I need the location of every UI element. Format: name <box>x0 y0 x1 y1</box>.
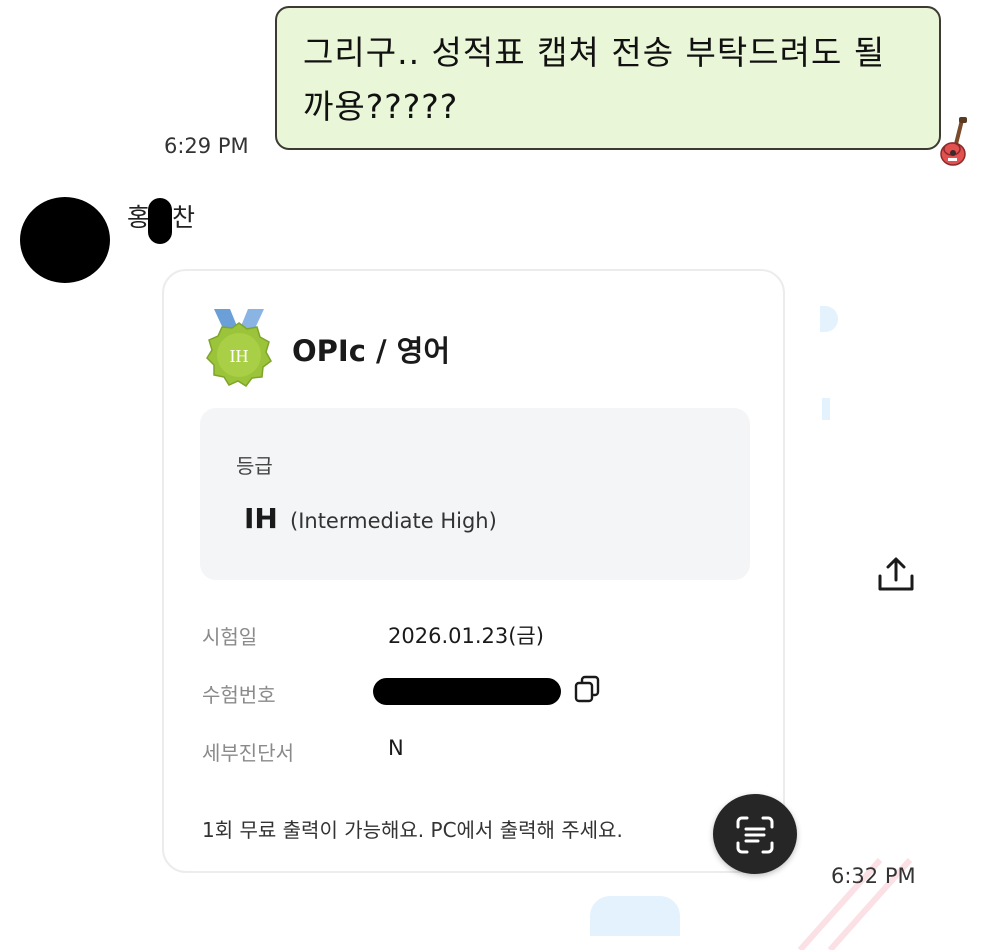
diagnosis-report-label: 세부진단서 <box>202 741 294 765</box>
certificate-card[interactable]: IH OPIc / 영어 등급 IH (Intermediate High) 시… <box>162 269 785 873</box>
diagnosis-report-value: N <box>388 736 404 760</box>
sender-name-last: 찬 <box>172 203 196 232</box>
background-decoration <box>822 398 830 420</box>
exam-number-redaction <box>373 678 561 705</box>
grade-panel: 등급 IH (Intermediate High) <box>200 408 750 580</box>
text-scan-button[interactable] <box>713 794 797 874</box>
outgoing-message-time: 6:29 PM <box>164 134 249 158</box>
print-notice: 1회 무료 출력이 가능해요. PC에서 출력해 주세요. <box>202 818 623 842</box>
background-decoration <box>590 896 680 936</box>
medal-icon: IH <box>206 309 272 388</box>
background-decoration <box>820 306 838 332</box>
outgoing-message-text: 그리구.. 성적표 캡쳐 전송 부탁드려도 될까용????? <box>303 33 886 126</box>
exam-number-label: 수험번호 <box>202 683 276 707</box>
grade-value: IH <box>244 502 278 535</box>
grade-label: 등급 <box>236 454 273 478</box>
grade-description: (Intermediate High) <box>290 509 497 533</box>
outgoing-message-bubble[interactable]: 그리구.. 성적표 캡쳐 전송 부탁드려도 될까용????? <box>275 6 941 150</box>
exam-date-value: 2026.01.23(금) <box>388 624 544 648</box>
sender-name-redaction <box>148 198 172 244</box>
medal-text: IH <box>230 346 249 366</box>
exam-date-label: 시험일 <box>202 625 258 649</box>
incoming-message-time: 6:32 PM <box>831 864 916 888</box>
share-icon[interactable] <box>876 556 916 594</box>
guitar-sticker-icon <box>940 117 967 166</box>
text-scan-icon <box>736 816 774 854</box>
copy-icon[interactable] <box>573 674 603 704</box>
sender-avatar[interactable] <box>20 197 110 283</box>
sender-name-first: 홍 <box>127 203 151 232</box>
exam-title: OPIc / 영어 <box>292 334 451 368</box>
